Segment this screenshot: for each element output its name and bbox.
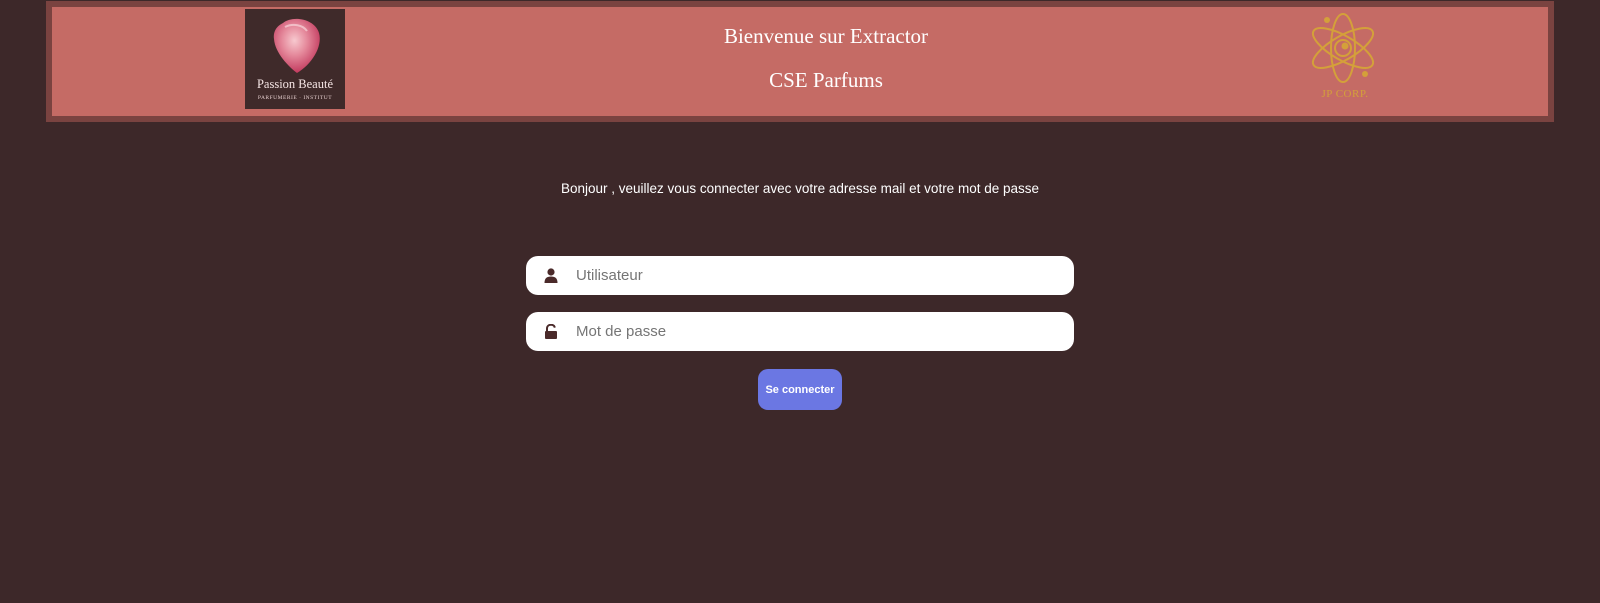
header-banner: Passion Beauté PARFUMERIE · INSTITUT Bie… xyxy=(46,1,1554,122)
password-field[interactable] xyxy=(526,312,1074,351)
atom-logo-icon xyxy=(1311,13,1375,83)
login-button[interactable]: Se connecter xyxy=(758,369,842,410)
logo-tagline-text: PARFUMERIE · INSTITUT xyxy=(257,95,333,101)
login-instructions: Bonjour , veuillez vous connecter avec v… xyxy=(561,181,1039,196)
username-input[interactable] xyxy=(576,256,1056,295)
username-field[interactable] xyxy=(526,256,1074,295)
unlock-icon xyxy=(545,324,557,339)
user-icon xyxy=(544,268,558,283)
jp-corp-text: JP CORP. xyxy=(1321,88,1369,100)
jp-corp-logo: JP CORP. xyxy=(1305,8,1385,108)
password-input[interactable] xyxy=(576,312,1056,351)
